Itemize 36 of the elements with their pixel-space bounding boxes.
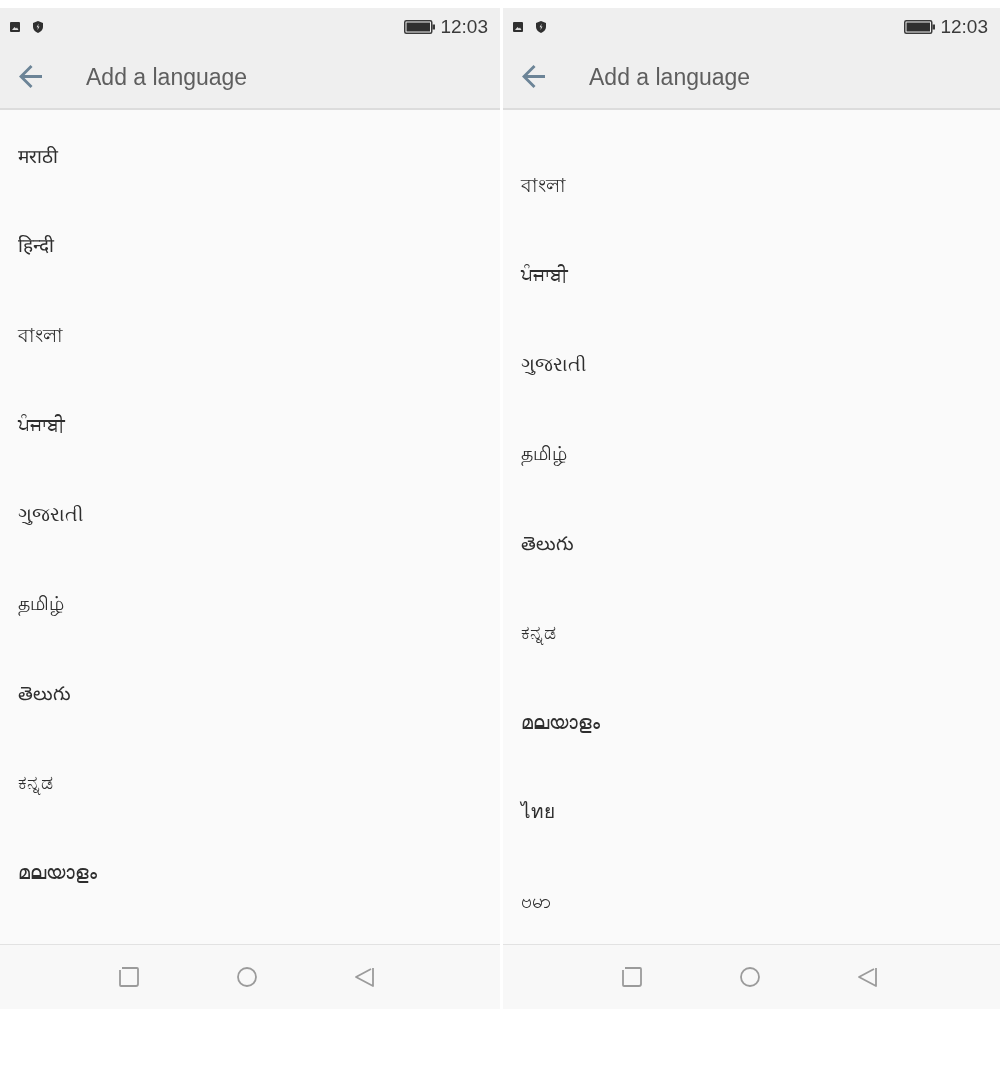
battery-icon (404, 19, 436, 34)
home-icon[interactable] (237, 967, 257, 987)
language-item[interactable]: हिन्दी (18, 232, 54, 261)
language-item[interactable]: বাংলা (521, 171, 566, 200)
language-item[interactable]: ગુજરાતી (521, 350, 586, 379)
language-item[interactable]: తెలుగు (521, 529, 574, 558)
language-item[interactable]: ਪੰਜਾਬੀ (521, 261, 568, 290)
screen-title: Add a language (86, 62, 248, 91)
shield-icon (536, 20, 546, 33)
language-item[interactable]: ไทย (521, 798, 555, 827)
language-item[interactable]: தமிழ் (521, 440, 567, 469)
back-icon[interactable] (858, 967, 878, 987)
language-item[interactable]: ಕನ್ನಡ (18, 769, 53, 798)
language-item[interactable]: മലയാളം (521, 708, 600, 737)
image-icon (10, 21, 20, 32)
screen-title: Add a language (589, 62, 751, 91)
language-item[interactable]: ગુજરાતી (18, 500, 83, 529)
language-item[interactable]: ဗမာ (521, 887, 551, 916)
language-item[interactable]: മലയാളം (18, 858, 97, 887)
recent-apps-icon[interactable] (119, 967, 139, 987)
home-icon[interactable] (740, 967, 760, 987)
language-item[interactable]: తెలుగు (18, 679, 71, 708)
status-time: 12:03 (940, 15, 988, 38)
recent-apps-icon[interactable] (622, 967, 642, 987)
language-item[interactable]: ಕನ್ನಡ (521, 619, 556, 648)
language-item[interactable]: मराठी (18, 142, 58, 171)
back-arrow-icon[interactable] (522, 65, 545, 88)
language-item[interactable]: தமிழ் (18, 590, 64, 619)
battery-icon (904, 19, 936, 34)
status-time: 12:03 (440, 15, 488, 38)
back-arrow-icon[interactable] (19, 65, 42, 88)
language-item[interactable]: বাংলা (18, 321, 63, 350)
image-icon (513, 21, 523, 32)
back-icon[interactable] (355, 967, 375, 987)
language-item[interactable]: ਪੰਜਾਬੀ (18, 411, 65, 440)
shield-icon (33, 20, 43, 33)
